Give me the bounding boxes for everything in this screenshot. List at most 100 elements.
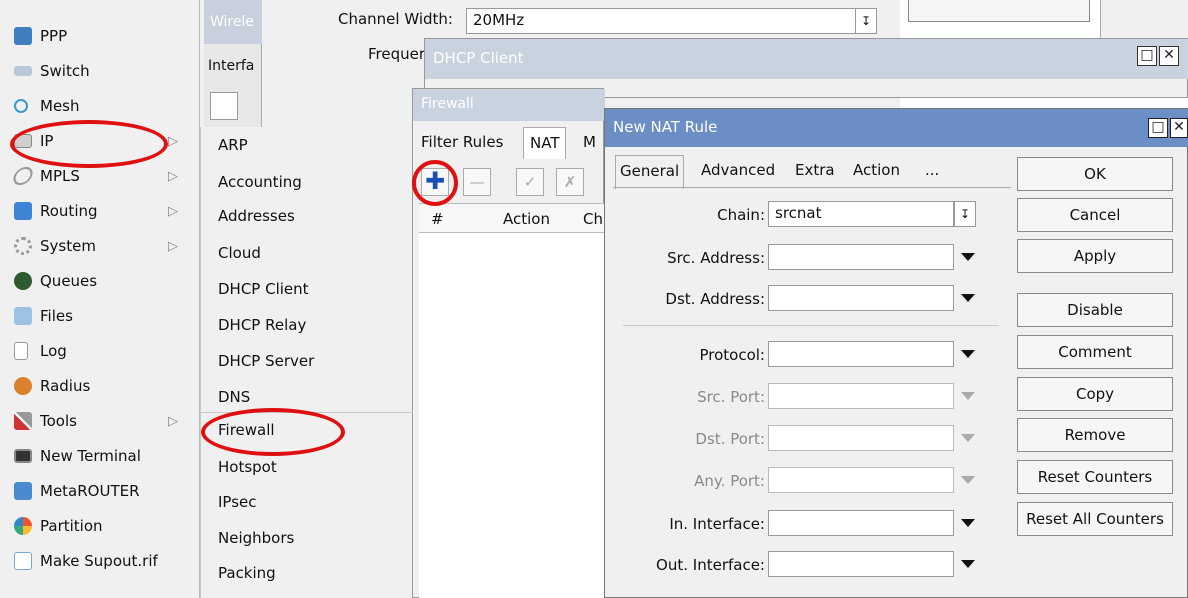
menu-item-tools[interactable]: Tools ▷ [0,404,200,438]
submenu-item-arp[interactable]: ARP [201,127,413,162]
menu-item-routing[interactable]: Routing ▷ [0,194,200,228]
menu-item-label: Mesh [40,97,80,115]
tab-interfaces[interactable]: Interfa [208,58,254,74]
tab-action[interactable]: Action [849,155,904,187]
disable-button[interactable]: Disable [1017,293,1173,327]
any-port-expand-icon[interactable] [961,476,975,484]
menu-item-partition[interactable]: Partition [0,509,200,543]
menu-item-make-supout[interactable]: Make Supout.rif [0,544,200,578]
menu-item-queues[interactable]: Queues [0,264,200,298]
protocol-expand-icon[interactable] [961,350,975,358]
column-action[interactable]: Action [503,210,550,228]
reset-counters-button[interactable]: Reset Counters [1017,460,1173,494]
protocol-input[interactable] [768,341,954,367]
tab-nat[interactable]: NAT [523,127,567,159]
dst-address-input[interactable] [768,285,954,311]
metarouter-icon [14,482,32,500]
dst-port-input[interactable] [768,425,954,451]
disable-icon[interactable]: ✗ [556,168,584,196]
tab-more[interactable]: ... [921,155,943,187]
files-icon [14,307,32,325]
menu-item-label: Radius [40,377,91,395]
remove-button[interactable]: Remove [1017,418,1173,452]
submenu-item-dhcp-server[interactable]: DHCP Server [201,343,413,378]
tab-divider [613,187,1011,188]
dst-address-expand-icon[interactable] [961,294,975,302]
submenu-item-neighbors[interactable]: Neighbors [201,520,413,555]
menu-item-mesh[interactable]: Mesh [0,89,200,123]
tools-icon [14,412,32,430]
tab-general[interactable]: General [615,155,685,189]
new-nat-rule-window: New NAT Rule □ ✕ General Advanced Extra … [604,108,1188,598]
tab-filter-rules[interactable]: Filter Rules [415,127,509,159]
copy-button[interactable]: Copy [1017,377,1173,411]
terminal-icon [14,449,32,463]
cancel-button[interactable]: Cancel [1017,198,1173,232]
src-address-expand-icon[interactable] [961,253,975,261]
menu-item-label: Files [40,307,73,325]
ok-button[interactable]: OK [1017,157,1173,191]
rules-table-body[interactable] [419,233,605,598]
system-icon [14,237,32,255]
submenu-item-packing[interactable]: Packing [201,555,413,590]
remove-icon[interactable]: — [463,168,491,196]
apply-button[interactable]: Apply [1017,239,1173,273]
submenu-item-cloud[interactable]: Cloud [201,235,413,270]
enable-icon[interactable]: ✓ [516,168,544,196]
reset-all-counters-button[interactable]: Reset All Counters [1017,502,1173,536]
apply-button-partial[interactable] [908,0,1090,22]
chain-select[interactable]: srcnat [768,201,954,227]
tab-extra[interactable]: Extra [791,155,839,187]
wireless-window-title: Wirele [204,0,262,44]
chain-label: Chain: [717,206,765,224]
section-divider [623,325,999,326]
menu-item-label: Switch [40,62,90,80]
maximize-icon[interactable]: □ [1148,118,1168,138]
src-port-expand-icon[interactable] [961,392,975,400]
in-interface-expand-icon[interactable] [961,519,975,527]
menu-item-metarouter[interactable]: MetaROUTER [0,474,200,508]
channel-width-field[interactable]: 20MHz [466,8,856,34]
in-interface-input[interactable] [768,510,954,536]
maximize-icon[interactable]: □ [1137,46,1157,66]
chevron-right-icon: ▷ [168,239,178,254]
tab-mangle[interactable]: M [577,127,602,159]
menu-item-log[interactable]: Log [0,334,200,368]
channel-width-label: Channel Width: [338,10,453,28]
partition-icon [14,517,32,535]
submenu-item-dhcp-relay[interactable]: DHCP Relay [201,307,413,342]
close-icon[interactable]: ✕ [1159,46,1179,66]
comment-button[interactable]: Comment [1017,335,1173,369]
remove-button[interactable] [210,92,238,120]
out-interface-label: Out. Interface: [656,556,765,574]
column-number[interactable]: # [431,210,444,228]
chain-dropdown-icon[interactable]: ↧ [954,201,976,227]
column-chain[interactable]: Ch [583,210,603,228]
menu-item-ppp[interactable]: PPP [0,19,200,53]
protocol-label: Protocol: [699,346,765,364]
routing-icon [14,202,32,220]
any-port-input[interactable] [768,467,954,493]
submenu-item-dns[interactable]: DNS [201,379,413,414]
submenu-item-addresses[interactable]: Addresses [201,198,413,233]
src-port-input[interactable] [768,383,954,409]
submenu-item-dhcp-client[interactable]: DHCP Client [201,271,413,306]
tab-advanced[interactable]: Advanced [697,155,779,187]
submenu-item-accounting[interactable]: Accounting [201,164,413,199]
chevron-right-icon: ▷ [168,414,178,429]
close-icon[interactable]: ✕ [1170,118,1188,138]
submenu-item-hotspot[interactable]: Hotspot [201,449,413,484]
out-interface-expand-icon[interactable] [961,560,975,568]
dst-port-expand-icon[interactable] [961,434,975,442]
menu-item-switch[interactable]: Switch [0,54,200,88]
menu-item-system[interactable]: System ▷ [0,229,200,263]
dropdown-icon[interactable]: ↧ [855,8,877,34]
out-interface-input[interactable] [768,551,954,577]
mpls-icon [10,167,36,185]
menu-item-files[interactable]: Files [0,299,200,333]
menu-item-radius[interactable]: Radius [0,369,200,403]
highlight-ring-firewall [201,408,345,456]
submenu-item-ipsec[interactable]: IPsec [201,484,413,519]
menu-item-new-terminal[interactable]: New Terminal [0,439,200,473]
src-address-input[interactable] [768,244,954,270]
